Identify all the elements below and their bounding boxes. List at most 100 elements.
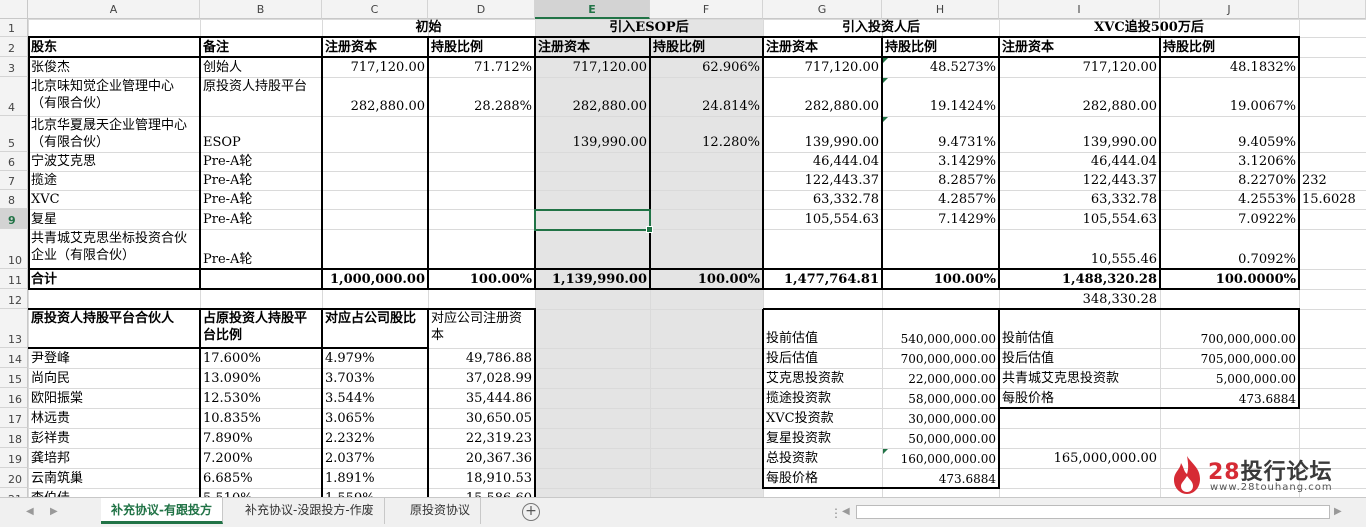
column-header[interactable] <box>1299 0 1366 19</box>
header-shareholder[interactable]: 股东 <box>28 37 200 57</box>
cell-i[interactable]: 282,880.00 <box>999 77 1160 116</box>
cell-f[interactable] <box>650 190 763 209</box>
header-ratio[interactable]: 持股比例 <box>882 37 999 57</box>
row-header[interactable]: 8 <box>0 190 28 209</box>
platform-company-ratio[interactable]: 3.544% <box>322 388 428 408</box>
cell-h[interactable]: 4.2857% <box>882 190 999 209</box>
row-header[interactable]: 16 <box>0 388 28 408</box>
cell-k[interactable] <box>1299 152 1366 171</box>
column-header[interactable]: E <box>535 0 650 19</box>
cell-k[interactable] <box>1299 209 1366 229</box>
cell-g[interactable]: 122,443.37 <box>763 171 882 190</box>
platform-partner-ratio[interactable]: 13.090% <box>200 368 322 388</box>
row-header[interactable]: 1 <box>0 19 28 37</box>
platform-reg-capital[interactable]: 20,367.36 <box>428 448 535 468</box>
cell-f[interactable] <box>650 209 763 229</box>
cell-e[interactable]: 139,990.00 <box>535 116 650 152</box>
cell-g[interactable]: 717,120.00 <box>763 57 882 77</box>
header-ratio[interactable]: 持股比例 <box>650 37 763 57</box>
cell-d[interactable]: 71.712% <box>428 57 535 77</box>
valuation-xvc-value[interactable]: 705,000,000.00 <box>1160 348 1299 368</box>
cell-h[interactable]: 48.5273% <box>882 57 999 77</box>
horizontal-scrollbar[interactable] <box>856 505 1330 519</box>
cell-g[interactable]: 63,332.78 <box>763 190 882 209</box>
platform-partner-ratio[interactable]: 5.510% <box>200 488 322 497</box>
valuation-xvc-label[interactable]: 投后估值 <box>999 348 1160 368</box>
row-header[interactable]: 2 <box>0 37 28 57</box>
valuation-value[interactable]: 700,000,000.00 <box>882 348 999 368</box>
total-c[interactable]: 1,000,000.00 <box>322 269 428 289</box>
platform-reg-capital[interactable]: 49,786.88 <box>428 348 535 368</box>
section-xvc[interactable]: XVC追投500万后 <box>999 19 1299 37</box>
cell-e[interactable] <box>535 171 650 190</box>
column-header[interactable]: F <box>650 0 763 19</box>
shareholder-note[interactable]: Pre-A轮 <box>200 190 322 209</box>
platform-partner-name[interactable]: 欧阳振棠 <box>28 388 200 408</box>
cell-h[interactable]: 3.1429% <box>882 152 999 171</box>
select-all-corner[interactable] <box>0 0 28 19</box>
total-e[interactable]: 1,139,990.00 <box>535 269 650 289</box>
platform-reg-capital[interactable]: 22,319.23 <box>428 428 535 448</box>
valuation-label[interactable]: 总投资款 <box>763 448 882 468</box>
valuation-label[interactable]: 艾克思投资款 <box>763 368 882 388</box>
row-header[interactable]: 18 <box>0 428 28 448</box>
prev-sheet-icon[interactable]: ◀ <box>26 506 34 517</box>
cell-h[interactable]: 9.4731% <box>882 116 999 152</box>
cell-i[interactable]: 717,120.00 <box>999 57 1160 77</box>
cell-f[interactable]: 24.814% <box>650 77 763 116</box>
platform-header-reg-capital[interactable]: 对应公司注册资本 <box>428 309 535 348</box>
platform-company-ratio[interactable]: 3.065% <box>322 408 428 428</box>
platform-header-ratio[interactable]: 占原投资人持股平台比例 <box>200 309 322 348</box>
cell-e[interactable] <box>535 152 650 171</box>
cell-i[interactable]: 10,555.46 <box>999 229 1160 269</box>
column-header[interactable]: H <box>882 0 999 19</box>
cell-c[interactable] <box>322 152 428 171</box>
cell-h[interactable] <box>882 229 999 269</box>
shareholder-name[interactable]: 北京华夏晟天企业管理中心（有限合伙） <box>28 116 200 152</box>
shareholder-name[interactable]: 宁波艾克思 <box>28 152 200 171</box>
header-reg-capital[interactable]: 注册资本 <box>999 37 1160 57</box>
cell-d[interactable] <box>428 229 535 269</box>
cell-d[interactable] <box>428 171 535 190</box>
cell-k[interactable] <box>1299 229 1366 269</box>
cell-k[interactable]: 15.6028 <box>1299 190 1366 209</box>
cell-g[interactable]: 139,990.00 <box>763 116 882 152</box>
shareholder-note[interactable]: Pre-A轮 <box>200 152 322 171</box>
cell-c[interactable] <box>322 190 428 209</box>
valuation-xvc-value[interactable]: 700,000,000.00 <box>1160 309 1299 348</box>
valuation-value[interactable]: 540,000,000.00 <box>882 309 999 348</box>
cell-d[interactable] <box>428 152 535 171</box>
shareholder-note[interactable]: Pre-A轮 <box>200 209 322 229</box>
shareholder-name[interactable]: XVC <box>28 190 200 209</box>
cell-f[interactable] <box>650 152 763 171</box>
platform-reg-capital[interactable]: 18,910.53 <box>428 468 535 488</box>
platform-partner-name[interactable]: 龚培邦 <box>28 448 200 468</box>
tab-supplement-with-coinvestor[interactable]: 补充协议-有跟投方 <box>101 498 223 524</box>
tab-original-agreement[interactable]: 原投资协议 <box>400 498 482 524</box>
platform-partner-ratio[interactable]: 10.835% <box>200 408 322 428</box>
shareholder-name[interactable]: 揽途 <box>28 171 200 190</box>
platform-partner-ratio[interactable]: 7.890% <box>200 428 322 448</box>
cell-i[interactable]: 122,443.37 <box>999 171 1160 190</box>
scroll-left-icon[interactable]: ◀ <box>842 506 850 517</box>
platform-company-ratio[interactable]: 4.979% <box>322 348 428 368</box>
platform-reg-capital[interactable]: 35,444.86 <box>428 388 535 408</box>
platform-partner-name[interactable]: 尚向民 <box>28 368 200 388</box>
platform-company-ratio[interactable]: 3.703% <box>322 368 428 388</box>
row-header[interactable]: 3 <box>0 57 28 77</box>
row-header[interactable]: 12 <box>0 289 28 309</box>
cell-g[interactable]: 105,554.63 <box>763 209 882 229</box>
cell-g[interactable] <box>763 229 882 269</box>
cell-c[interactable] <box>322 171 428 190</box>
platform-header-partner[interactable]: 原投资人持股平台合伙人 <box>28 309 200 348</box>
total-g[interactable]: 1,477,764.81 <box>763 269 882 289</box>
valuation-xvc-value[interactable]: 473.6884 <box>1160 388 1299 408</box>
platform-partner-name[interactable]: 云南筑巢 <box>28 468 200 488</box>
valuation-label[interactable]: 投前估值 <box>763 309 882 348</box>
platform-partner-ratio[interactable]: 12.530% <box>200 388 322 408</box>
tab-supplement-without-coinvestor[interactable]: 补充协议-没跟投方-作废 <box>235 498 385 524</box>
platform-partner-ratio[interactable]: 6.685% <box>200 468 322 488</box>
platform-partner-ratio[interactable]: 7.200% <box>200 448 322 468</box>
cell-h[interactable]: 7.1429% <box>882 209 999 229</box>
valuation-label[interactable]: 揽途投资款 <box>763 388 882 408</box>
